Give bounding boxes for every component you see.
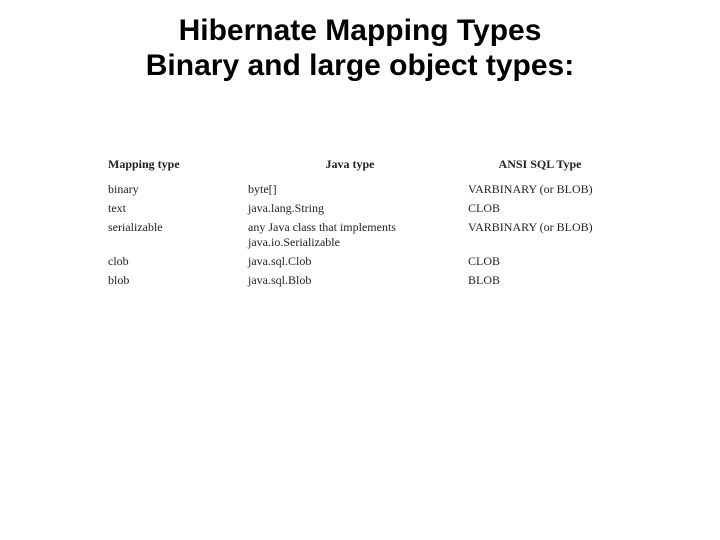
cell-sql: VARBINARY (or BLOB) — [460, 218, 620, 252]
header-java-type: Java type — [240, 153, 460, 180]
cell-sql: CLOB — [460, 199, 620, 218]
table-row: binary byte[] VARBINARY (or BLOB) — [100, 180, 620, 199]
cell-mapping: binary — [100, 180, 240, 199]
table-row: text java.lang.String CLOB — [100, 199, 620, 218]
cell-mapping: serializable — [100, 218, 240, 252]
cell-sql: CLOB — [460, 252, 620, 271]
cell-mapping: clob — [100, 252, 240, 271]
cell-sql: VARBINARY (or BLOB) — [460, 180, 620, 199]
cell-java: java.lang.String — [240, 199, 460, 218]
title-line-2: Binary and large object types: — [60, 49, 660, 84]
cell-java: any Java class that implements java.io.S… — [240, 218, 460, 252]
cell-mapping: text — [100, 199, 240, 218]
cell-java: byte[] — [240, 180, 460, 199]
slide-title-block: Hibernate Mapping Types Binary and large… — [0, 0, 720, 83]
title-line-1: Hibernate Mapping Types — [60, 14, 660, 49]
table-row: serializable any Java class that impleme… — [100, 218, 620, 252]
cell-java: java.sql.Clob — [240, 252, 460, 271]
table-container: Mapping type Java type ANSI SQL Type bin… — [0, 153, 720, 290]
mapping-types-table: Mapping type Java type ANSI SQL Type bin… — [100, 153, 620, 290]
table-row: clob java.sql.Clob CLOB — [100, 252, 620, 271]
cell-mapping: blob — [100, 271, 240, 290]
cell-java: java.sql.Blob — [240, 271, 460, 290]
table-row: blob java.sql.Blob BLOB — [100, 271, 620, 290]
header-mapping-type: Mapping type — [100, 153, 240, 180]
table-header-row: Mapping type Java type ANSI SQL Type — [100, 153, 620, 180]
header-sql-type: ANSI SQL Type — [460, 153, 620, 180]
cell-sql: BLOB — [460, 271, 620, 290]
